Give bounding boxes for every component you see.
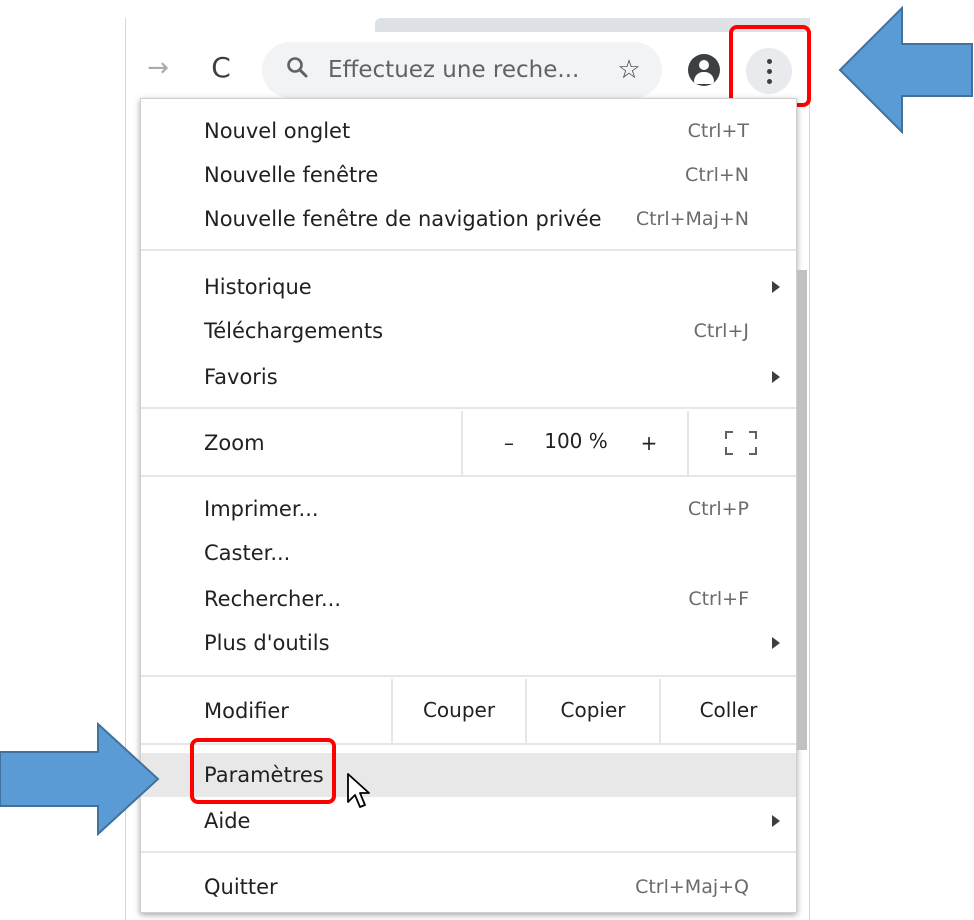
zoom-level-value: 100 % — [531, 411, 621, 475]
menu-item-label: Caster... — [204, 541, 291, 565]
zoom-out-button[interactable]: – — [479, 411, 539, 475]
menu-separator — [141, 475, 796, 477]
fullscreen-icon — [725, 431, 757, 455]
menu-item-label: Nouvel onglet — [204, 119, 351, 143]
menu-separator — [141, 851, 796, 853]
search-icon — [282, 55, 312, 85]
fullscreen-corner — [725, 447, 733, 455]
menu-item-new-tab[interactable]: Nouvel onglet Ctrl+T — [141, 109, 796, 153]
page-scrollbar[interactable] — [797, 270, 807, 750]
paste-button[interactable]: Coller — [661, 679, 796, 743]
address-bar-placeholder[interactable]: Effectuez une reche... — [328, 52, 590, 88]
menu-item-label: Quitter — [204, 875, 278, 899]
menu-item-shortcut: Ctrl+Maj+Q — [635, 876, 749, 898]
menu-item-label: Imprimer... — [204, 497, 319, 521]
submenu-arrow-icon — [772, 637, 780, 649]
menu-item-help[interactable]: Aide — [141, 799, 796, 843]
fullscreen-button[interactable] — [689, 411, 796, 475]
menu-separator — [141, 249, 796, 251]
bookmark-star-button[interactable]: ☆ — [612, 52, 646, 88]
search-icon-svg — [287, 57, 308, 78]
zoom-label: Zoom — [204, 431, 265, 455]
cut-button[interactable]: Couper — [393, 679, 525, 743]
menu-edit-row: Modifier Couper Copier Coller — [141, 679, 796, 743]
edit-label: Modifier — [204, 699, 289, 723]
menu-item-shortcut: Ctrl+T — [687, 120, 749, 142]
fullscreen-corner — [749, 431, 757, 439]
cut-label: Couper — [422, 698, 496, 722]
zoom-in-button[interactable]: + — [619, 411, 679, 475]
zoom-out-label: – — [504, 431, 514, 455]
arrow-forward-icon: → — [147, 53, 169, 83]
menu-item-history[interactable]: Historique — [141, 265, 796, 309]
menu-item-label: Favoris — [204, 365, 278, 389]
menu-item-label: Historique — [204, 275, 312, 299]
menu-item-bookmarks[interactable]: Favoris — [141, 355, 796, 399]
zoom-level-text: 100 % — [544, 429, 608, 453]
menu-item-label: Aide — [204, 809, 251, 833]
menu-item-label: Téléchargements — [204, 319, 384, 343]
copy-label: Copier — [560, 698, 626, 722]
reload-icon: C — [211, 51, 231, 84]
menu-item-label: Rechercher... — [204, 587, 342, 611]
menu-button-highlight-box — [729, 25, 811, 107]
submenu-arrow-icon — [772, 371, 780, 383]
paste-label: Coller — [699, 698, 758, 722]
forward-button[interactable]: → — [142, 50, 174, 86]
menu-item-shortcut: Ctrl+F — [688, 588, 749, 610]
reload-button[interactable]: C — [203, 50, 239, 86]
menu-item-new-incognito-window[interactable]: Nouvelle fenêtre de navigation privée Ct… — [141, 197, 796, 241]
menu-item-cast[interactable]: Caster... — [141, 531, 796, 575]
menu-item-more-tools[interactable]: Plus d'outils — [141, 621, 796, 665]
menu-item-shortcut: Ctrl+P — [687, 498, 749, 520]
submenu-arrow-icon — [772, 815, 780, 827]
fullscreen-corner — [749, 447, 757, 455]
annotation-arrow-bottom-left — [0, 722, 160, 836]
menu-separator — [141, 675, 796, 677]
settings-highlight-box — [190, 738, 336, 804]
zoom-divider — [461, 411, 463, 475]
menu-item-shortcut: Ctrl+J — [693, 320, 749, 342]
copy-button[interactable]: Copier — [527, 679, 659, 743]
menu-item-quit[interactable]: Quitter Ctrl+Maj+Q — [141, 865, 796, 909]
menu-item-label: Nouvelle fenêtre de navigation privée — [204, 207, 602, 231]
menu-item-downloads[interactable]: Téléchargements Ctrl+J — [141, 309, 796, 353]
menu-item-shortcut: Ctrl+Maj+N — [635, 208, 749, 230]
menu-item-new-window[interactable]: Nouvelle fenêtre Ctrl+N — [141, 153, 796, 197]
menu-item-find[interactable]: Rechercher... Ctrl+F — [141, 577, 796, 621]
star-icon: ☆ — [617, 55, 641, 85]
menu-item-label: Plus d'outils — [204, 631, 330, 655]
menu-item-shortcut: Ctrl+N — [685, 164, 749, 186]
menu-item-print[interactable]: Imprimer... Ctrl+P — [141, 487, 796, 531]
mouse-pointer-icon — [347, 773, 370, 808]
menu-item-label: Nouvelle fenêtre — [204, 163, 379, 187]
fullscreen-corner — [725, 431, 733, 439]
zoom-in-label: + — [640, 431, 658, 455]
menu-zoom-row: Zoom – 100 % + — [141, 411, 796, 475]
account-icon-head — [699, 60, 709, 70]
account-icon-shoulders — [694, 72, 714, 84]
menu-separator — [141, 407, 796, 409]
account-icon[interactable] — [688, 54, 720, 86]
submenu-arrow-icon — [772, 281, 780, 293]
annotation-arrow-top-right — [838, 6, 973, 134]
